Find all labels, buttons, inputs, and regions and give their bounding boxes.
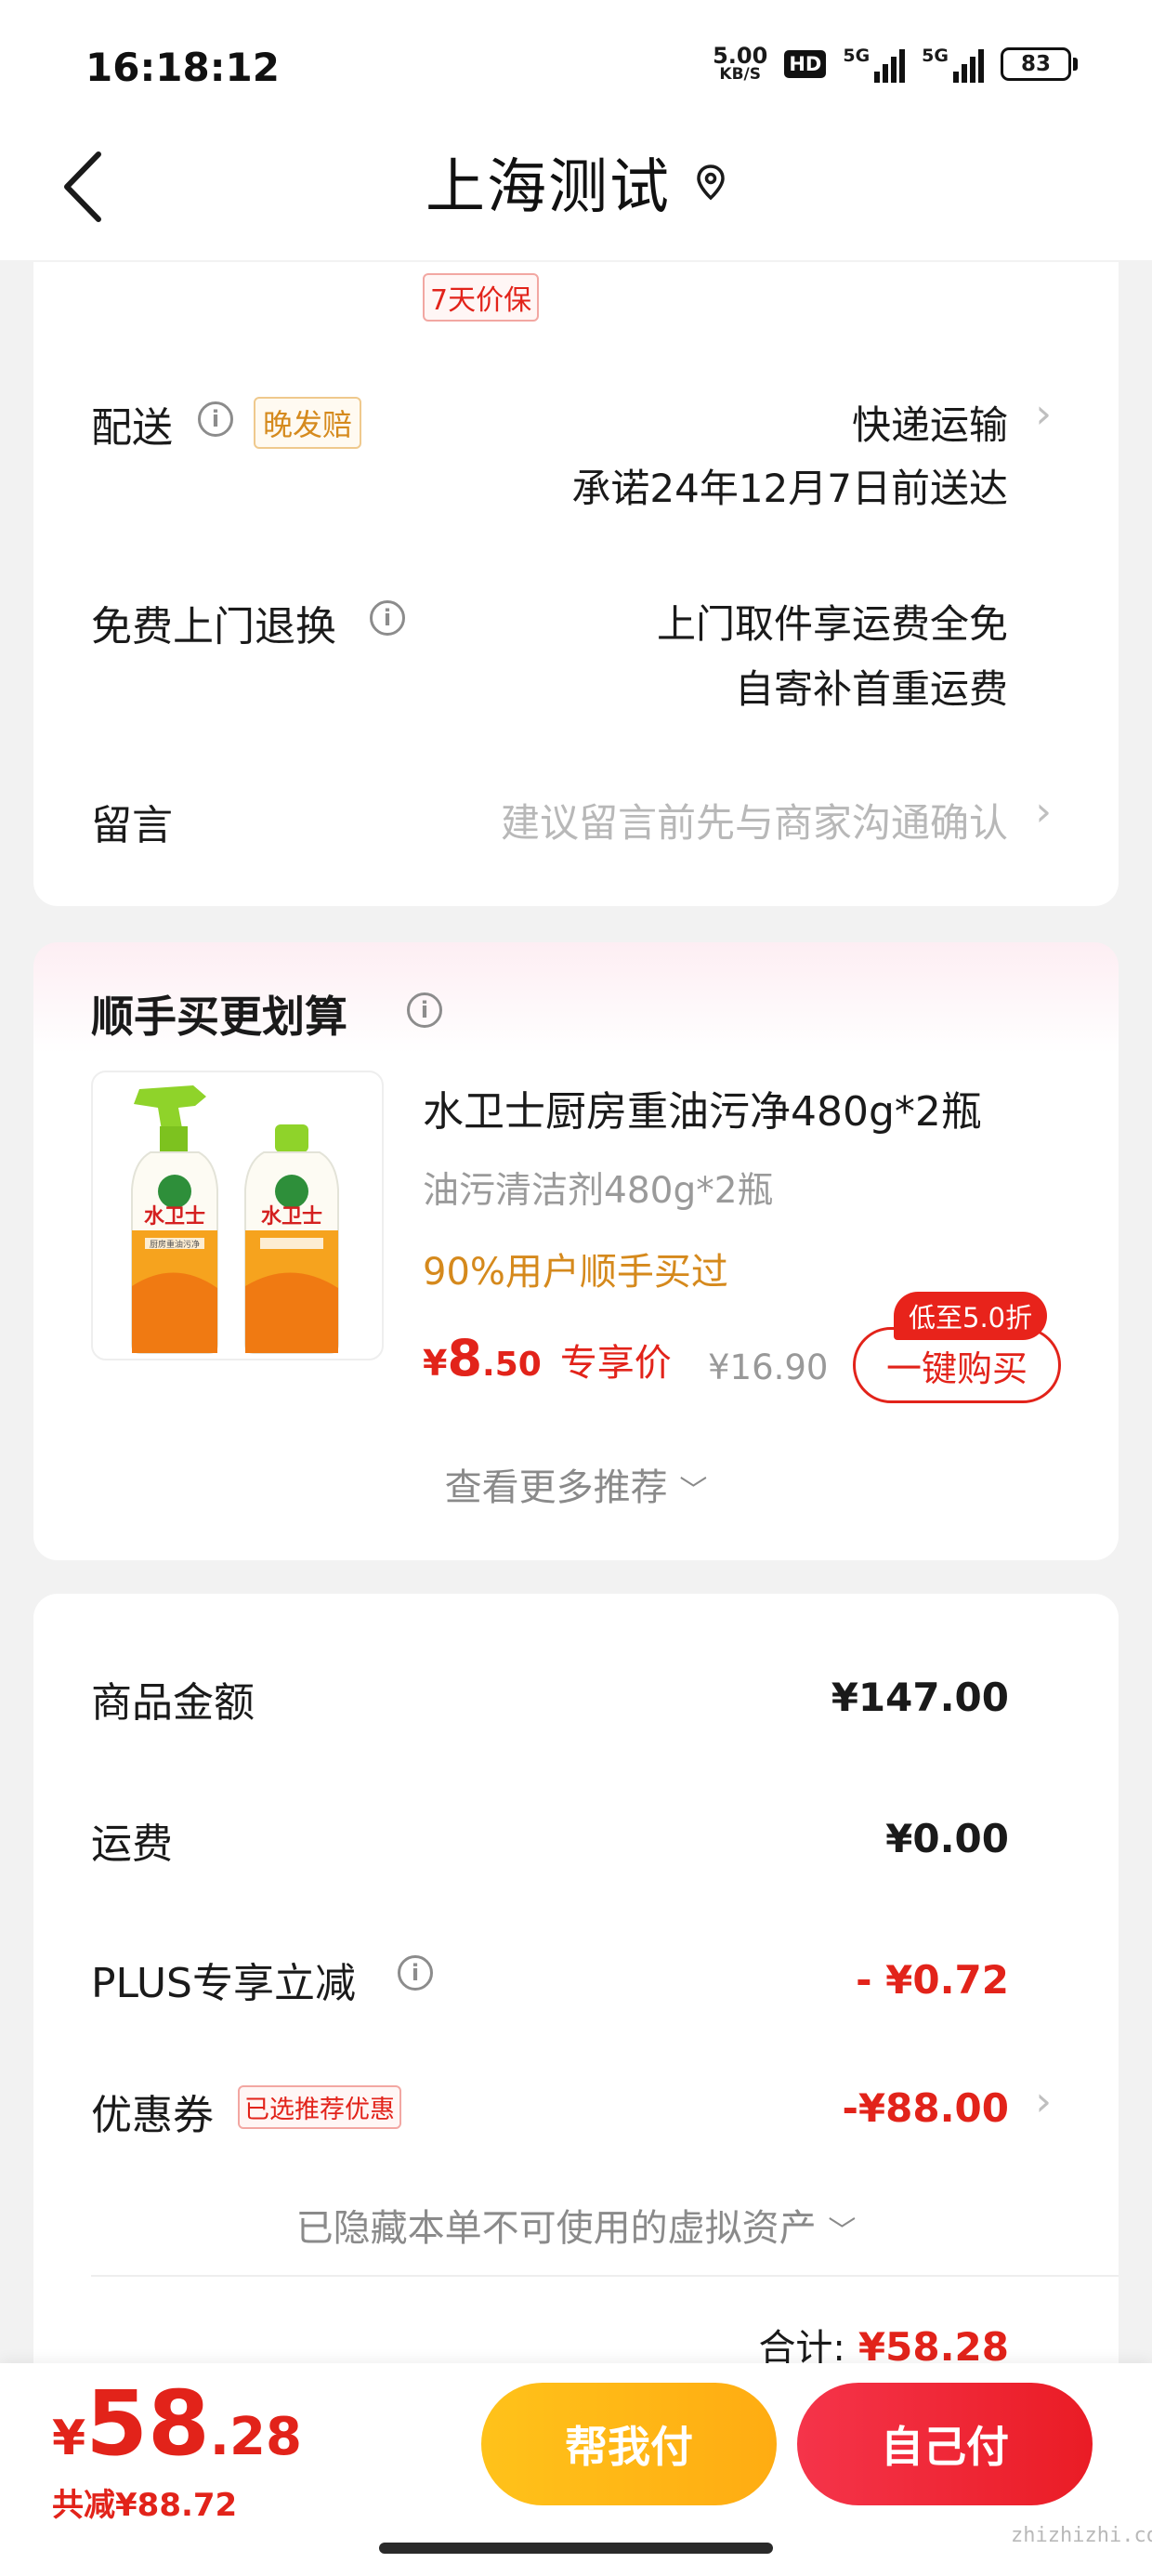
coupon-tag: 已选推荐优惠 (238, 2085, 401, 2129)
checkout-price: ¥ 58 .28 (52, 2372, 302, 2476)
coupon-label: 优惠券 (91, 2092, 214, 2139)
message-label: 留言 (91, 802, 173, 849)
checkout-currency: ¥ (52, 2411, 86, 2466)
signal-1-label: 5G (843, 45, 871, 66)
home-indicator[interactable] (379, 2543, 773, 2554)
watermark: zhizhizhi.com (1011, 2524, 1152, 2547)
product-brand-text: 水卫士 (144, 1205, 205, 1229)
battery-level: 83 (1001, 46, 1071, 81)
recommend-title: 顺手买更划算 (91, 992, 347, 1042)
message-input[interactable]: 建议留言前先与商家沟通确认 (501, 792, 1008, 848)
info-icon[interactable]: i (198, 401, 233, 437)
shipping-label: 运费 (91, 1820, 173, 1868)
location-pin-icon[interactable] (695, 164, 727, 201)
chevron-right-icon[interactable]: › (1035, 390, 1052, 438)
product-image[interactable]: 水卫士 厨房重油污净 水卫士 (91, 1071, 384, 1360)
network-speed-value: 5.00 (713, 43, 768, 69)
product-image-label: 厨房重油污净 (150, 1239, 200, 1250)
chevron-down-icon: ﹀ (828, 2215, 857, 2248)
hd-icon: HD (784, 49, 827, 78)
chevron-right-icon[interactable]: › (1035, 788, 1052, 835)
network-speed: 5.00 KB/S (713, 45, 767, 83)
product-social-proof: 90%用户顺手买过 (423, 1251, 728, 1294)
signal-icon: 5G (922, 46, 984, 83)
items-amount-value: ¥147.00 (831, 1675, 1009, 1720)
plus-discount-value: - ¥0.72 (856, 1957, 1009, 2003)
price-decimal: .50 (482, 1346, 542, 1384)
product-bottles-image: 水卫士 厨房重油污净 水卫士 (131, 1085, 339, 1354)
page-title[interactable]: 上海测试 (425, 139, 671, 225)
product-brand-text: 水卫士 (261, 1205, 322, 1229)
return-line-2: 自寄补首重运费 (734, 666, 1008, 712)
delivery-method[interactable]: 快递运输 (852, 394, 1008, 451)
checkout-price-decimal: .28 (209, 2407, 302, 2467)
info-icon[interactable]: i (370, 600, 405, 636)
product-spec: 油污清洁剂480g*2瓶 (423, 1170, 774, 1212)
info-icon[interactable]: i (407, 992, 442, 1028)
battery-icon: 83 (1001, 46, 1078, 81)
items-amount-label: 商品金额 (91, 1679, 255, 1727)
price-integer: 8 (447, 1329, 483, 1387)
product-name[interactable]: 水卫士厨房重油污净480g*2瓶 (423, 1078, 982, 1137)
pay-myself-button[interactable]: 自己付 (797, 2383, 1093, 2505)
coupon-value[interactable]: -¥88.00 (842, 2085, 1009, 2131)
status-time: 16:18:12 (85, 45, 280, 90)
product-price: ¥ 8 .50 专享价 (423, 1329, 672, 1387)
price-tag: 专享价 (559, 1342, 672, 1385)
signal-icon: 5G (843, 45, 906, 83)
hidden-assets-link[interactable]: 已隐藏本单不可使用的虚拟资产 ﹀ (0, 2198, 1152, 2252)
status-icons: 5.00 KB/S HD 5G 5G 83 (713, 45, 1078, 83)
delivery-label: 配送 (91, 404, 173, 452)
more-recommend-label: 查看更多推荐 (444, 1466, 668, 1509)
price-protect-tag: 7天价保 (423, 273, 540, 322)
return-label: 免费上门退换 (91, 603, 336, 651)
chevron-down-icon: ﹀ (679, 1475, 708, 1507)
signal-2-label: 5G (922, 45, 949, 66)
checkout-price-integer: 58 (85, 2372, 210, 2476)
original-price: ¥16.90 (708, 1347, 829, 1387)
plus-discount-label: PLUS专享立减 (91, 1960, 356, 2007)
info-icon[interactable]: i (398, 1955, 433, 1991)
price-currency: ¥ (423, 1343, 448, 1384)
title-bar: 上海测试 (0, 139, 1152, 225)
network-speed-unit: KB/S (719, 65, 762, 84)
discount-badge: 低至5.0折 (894, 1292, 1048, 1340)
late-delivery-tag: 晚发赔 (254, 397, 362, 449)
return-line-1: 上门取件享运费全免 (656, 601, 1008, 647)
chevron-right-icon[interactable]: › (1035, 2078, 1052, 2125)
more-recommend-link[interactable]: 查看更多推荐 ﹀ (0, 1457, 1152, 1511)
shipping-value: ¥0.00 (885, 1816, 1009, 1861)
divider (91, 2275, 1119, 2277)
hidden-assets-label: 已隐藏本单不可使用的虚拟资产 (295, 2207, 817, 2250)
help-me-pay-button[interactable]: 帮我付 (481, 2383, 777, 2505)
total-saved: 共减¥88.72 (52, 2487, 238, 2524)
delivery-promise: 承诺24年12月7日前送达 (571, 466, 1008, 511)
